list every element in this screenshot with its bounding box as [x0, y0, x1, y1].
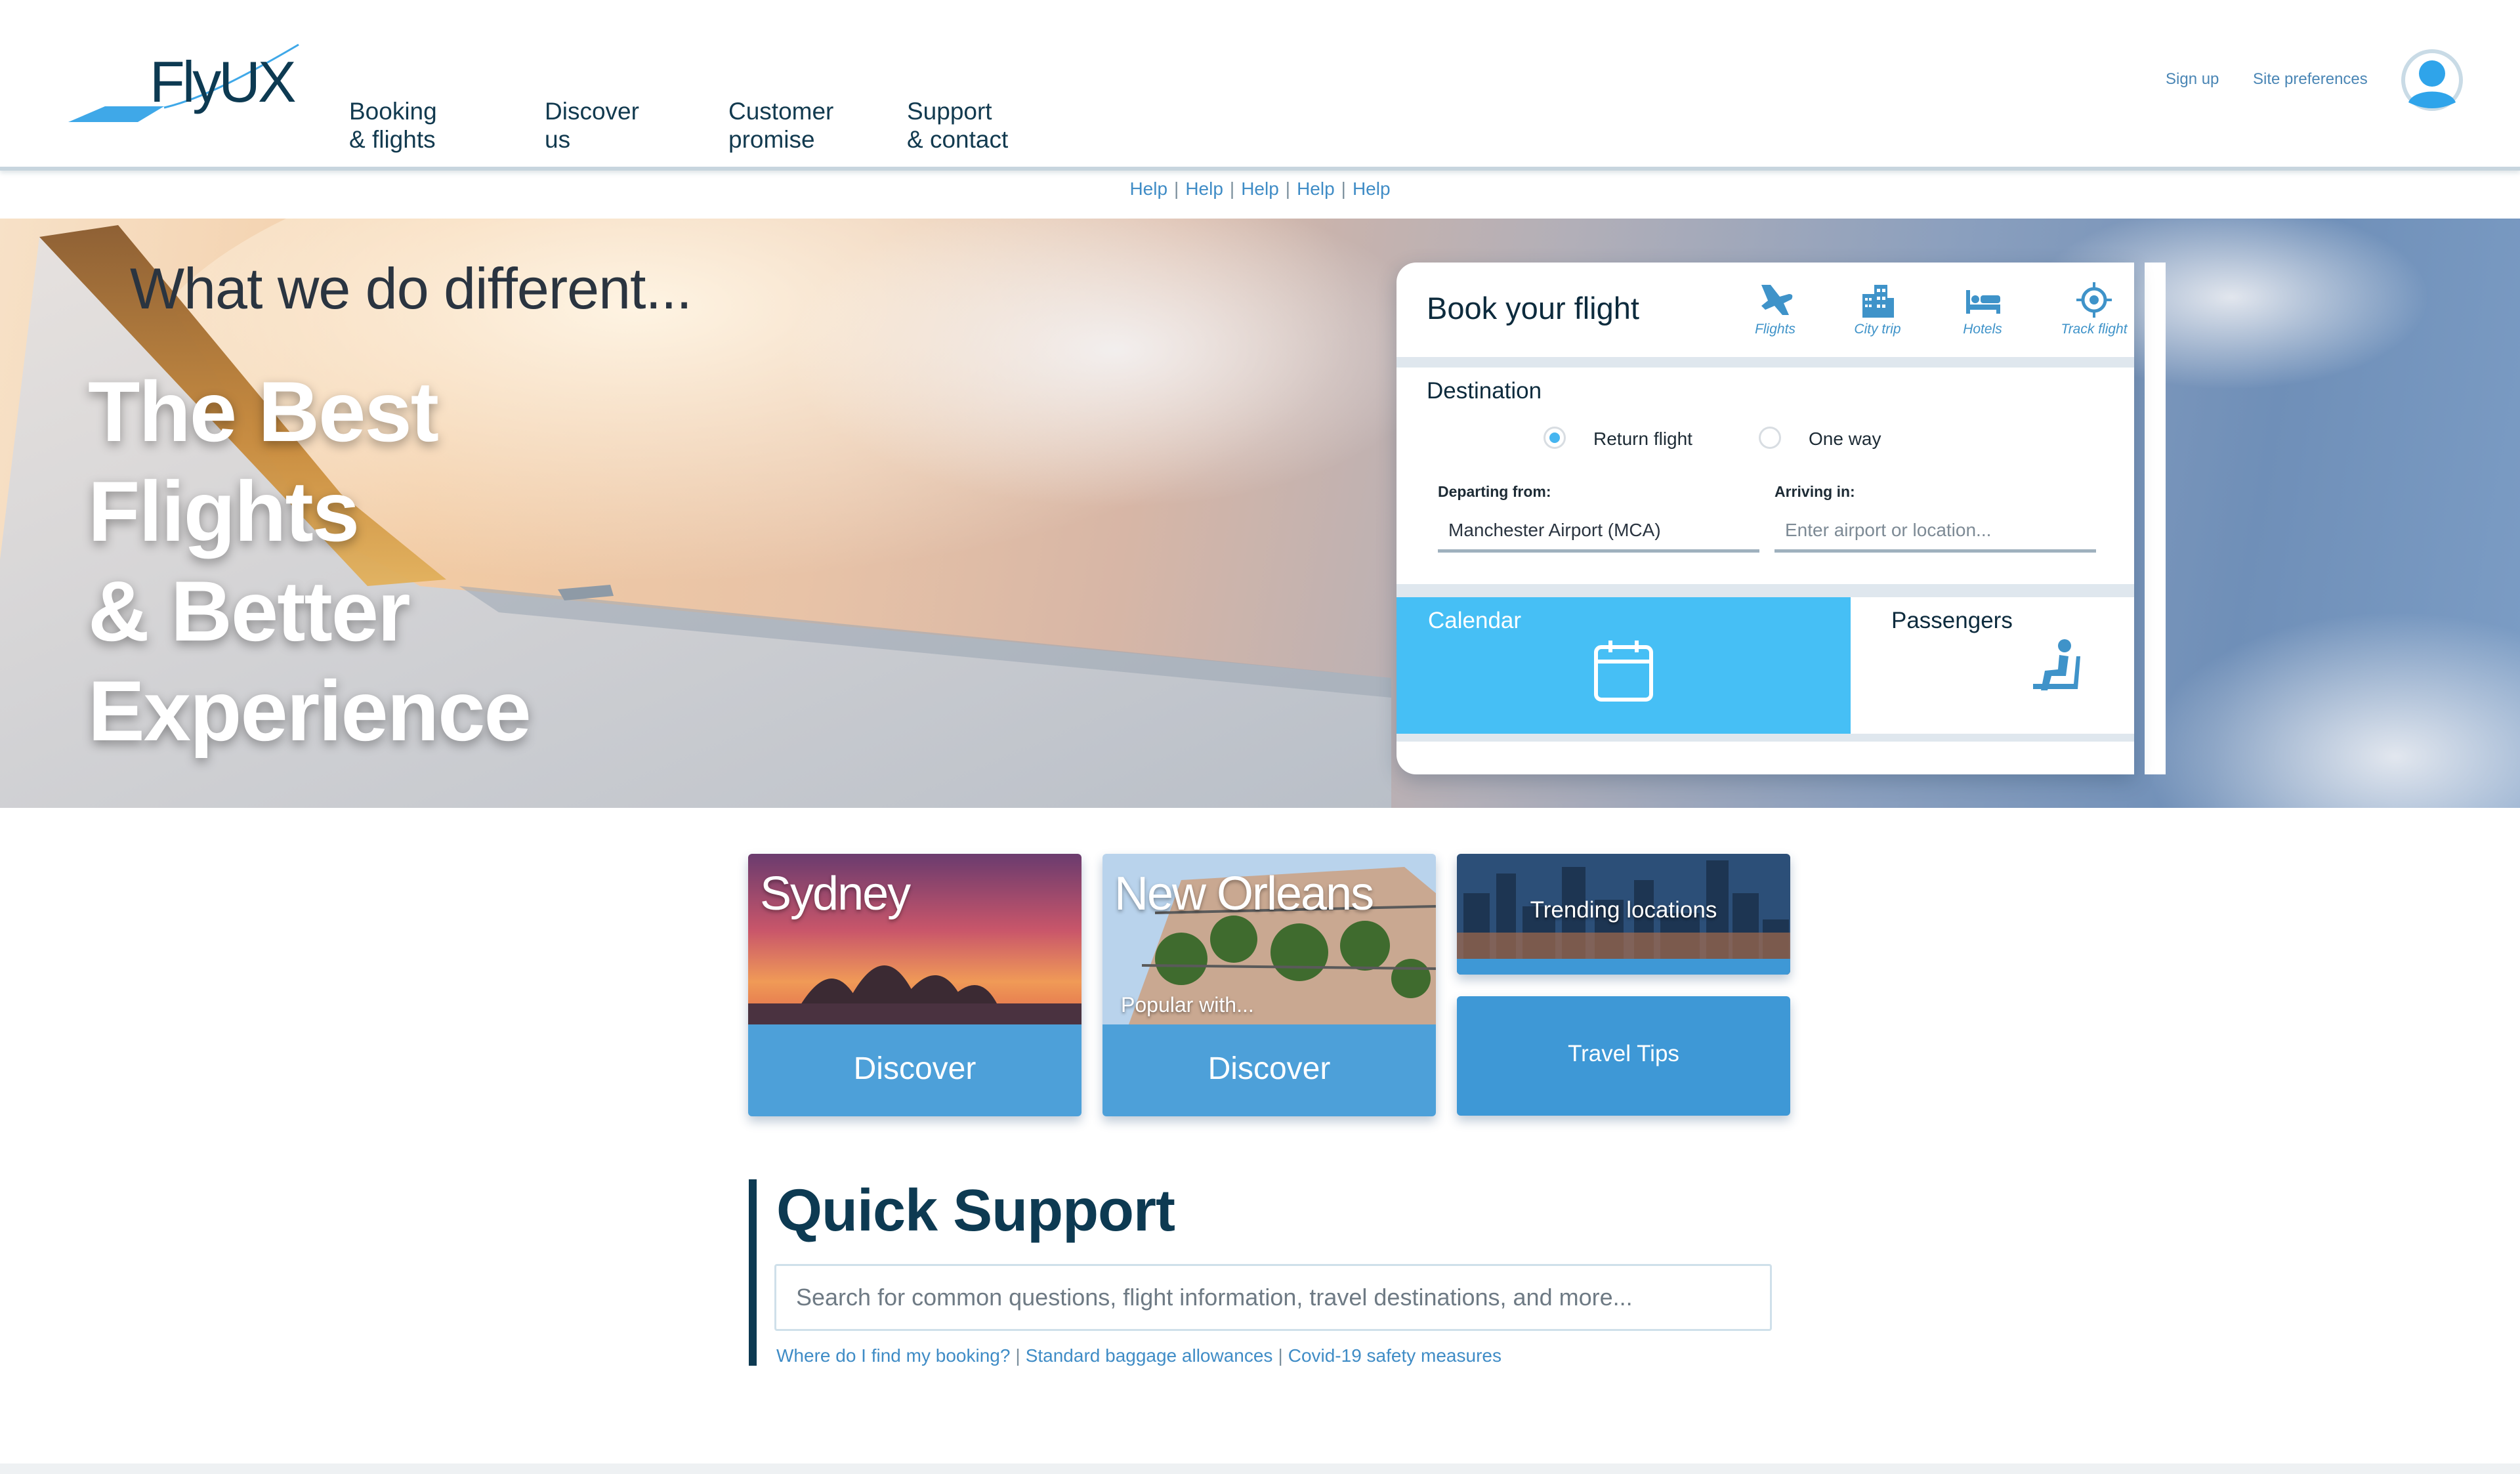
covid-safety-link[interactable]: Covid-19 safety measures	[1288, 1345, 1502, 1366]
find-booking-link[interactable]: Where do I find my booking?	[776, 1345, 1010, 1366]
card-city-name: Sydney	[760, 868, 911, 920]
separator: |	[1229, 179, 1235, 199]
quick-support-search-input[interactable]	[774, 1264, 1772, 1331]
quick-support-accent-bar	[749, 1179, 757, 1366]
help-links-bar: Help | Help | Help | Help | Help	[0, 179, 2520, 200]
tab-label: Hotels	[1963, 322, 2002, 337]
trending-locations-card[interactable]: Trending locations	[1457, 854, 1790, 975]
trending-locations-label: Trending locations	[1530, 897, 1717, 923]
tab-label: City trip	[1854, 322, 1901, 337]
bed-icon	[1966, 290, 2000, 314]
quick-support-title: Quick Support	[776, 1178, 1175, 1244]
one-way-label[interactable]: One way	[1809, 429, 1881, 450]
nav-label-line2: & contact	[907, 126, 1009, 153]
target-icon	[2076, 282, 2112, 318]
card-action-band: Discover	[748, 1024, 1082, 1116]
tab-flights[interactable]: Flights	[1739, 280, 1811, 337]
discover-label[interactable]: Discover	[1102, 1051, 1436, 1087]
hero-title-line: The Best	[88, 364, 439, 459]
footer-strip	[0, 1463, 2520, 1474]
travel-tips-card[interactable]: Travel Tips	[1457, 996, 1790, 1116]
help-link[interactable]: Help	[1353, 179, 1391, 199]
nav-support-contact[interactable]: Support & contact	[907, 97, 1008, 154]
booking-side-rail	[2145, 263, 2166, 774]
seated-passenger-icon	[2033, 639, 2080, 690]
separator: |	[1341, 179, 1346, 199]
radio-one-way[interactable]	[1759, 427, 1781, 449]
user-avatar-icon[interactable]	[2401, 49, 2464, 112]
calendar-label: Calendar	[1428, 608, 1522, 633]
nav-booking-flights[interactable]: Booking & flights	[349, 97, 437, 154]
radio-return-flight[interactable]	[1544, 427, 1566, 449]
booking-title: Book your flight	[1427, 291, 1639, 326]
card-subtitle: Popular with...	[1121, 993, 1254, 1017]
hero-title-line: Experience	[88, 663, 532, 759]
hero-tagline: What we do different...	[130, 256, 692, 321]
passengers-label: Passengers	[1891, 608, 2013, 633]
nav-discover-us[interactable]: Discover us	[545, 97, 639, 154]
separator: |	[1278, 1345, 1283, 1366]
nav-customer-promise[interactable]: Customer promise	[728, 97, 833, 154]
card-action-band: Discover	[1102, 1024, 1436, 1116]
tab-label: Track flight	[2061, 322, 2128, 337]
baggage-allowances-link[interactable]: Standard baggage allowances	[1026, 1345, 1273, 1366]
city-icon	[1862, 285, 1894, 318]
brand-logo[interactable]: FlyUX	[66, 39, 302, 131]
arriving-in-label: Arriving in:	[1774, 483, 1855, 500]
booking-widget: Book your flight Flights City trip Hotel…	[1396, 263, 2134, 774]
nav-label-line2: us	[545, 126, 571, 153]
arriving-in-field[interactable]	[1774, 511, 2096, 553]
calendar-tile[interactable]: Calendar	[1396, 597, 1851, 734]
help-link[interactable]: Help	[1129, 179, 1167, 199]
nav-label-line1: Booking	[349, 98, 437, 125]
departing-from-label: Departing from:	[1438, 483, 1551, 500]
nav-label-line1: Support	[907, 98, 992, 125]
logo-text: FlyUX	[150, 49, 297, 114]
sign-up-link[interactable]: Sign up	[2166, 70, 2219, 89]
separator: |	[1015, 1345, 1020, 1366]
hero-title-line: & Better	[88, 563, 411, 659]
travel-tips-label: Travel Tips	[1568, 1041, 1679, 1066]
card-city-name: New Orleans	[1114, 868, 1374, 920]
return-flight-label[interactable]: Return flight	[1593, 429, 1692, 450]
booking-divider	[1396, 357, 2134, 368]
passengers-tile[interactable]: Passengers	[1861, 597, 2134, 734]
hero-title-line: Flights	[88, 463, 360, 559]
hero-banner: What we do different... The Best Flights…	[0, 219, 2520, 808]
sydney-card[interactable]: Sydney Discover	[748, 854, 1082, 1116]
separator: |	[1174, 179, 1179, 199]
new-orleans-card[interactable]: New Orleans Popular with... Discover	[1102, 854, 1436, 1116]
calendar-icon	[1594, 641, 1653, 702]
site-preferences-link[interactable]: Site preferences	[2253, 70, 2368, 89]
departing-from-field[interactable]	[1438, 511, 1759, 553]
tab-hotels[interactable]: Hotels	[1946, 280, 2019, 337]
nav-label-line1: Discover	[545, 98, 639, 125]
tab-label: Flights	[1755, 322, 1796, 337]
separator: |	[1285, 179, 1291, 199]
help-link[interactable]: Help	[1185, 179, 1223, 199]
tab-track-flight[interactable]: Track flight	[2058, 280, 2130, 337]
destination-heading: Destination	[1427, 378, 1542, 404]
nav-label-line2: & flights	[349, 126, 436, 153]
booking-divider	[1396, 734, 2134, 742]
plane-icon	[1761, 285, 1793, 315]
site-header: FlyUX Booking & flights Discover us Cust…	[0, 0, 2520, 171]
discover-label[interactable]: Discover	[748, 1051, 1082, 1087]
quick-support-links: Where do I find my booking? | Standard bag…	[776, 1345, 1502, 1366]
nav-label-line1: Customer	[728, 98, 834, 125]
help-link[interactable]: Help	[1241, 179, 1279, 199]
nav-label-line2: promise	[728, 126, 815, 153]
tab-city-trip[interactable]: City trip	[1841, 280, 1914, 337]
help-link[interactable]: Help	[1297, 179, 1335, 199]
booking-divider	[1396, 584, 2134, 597]
